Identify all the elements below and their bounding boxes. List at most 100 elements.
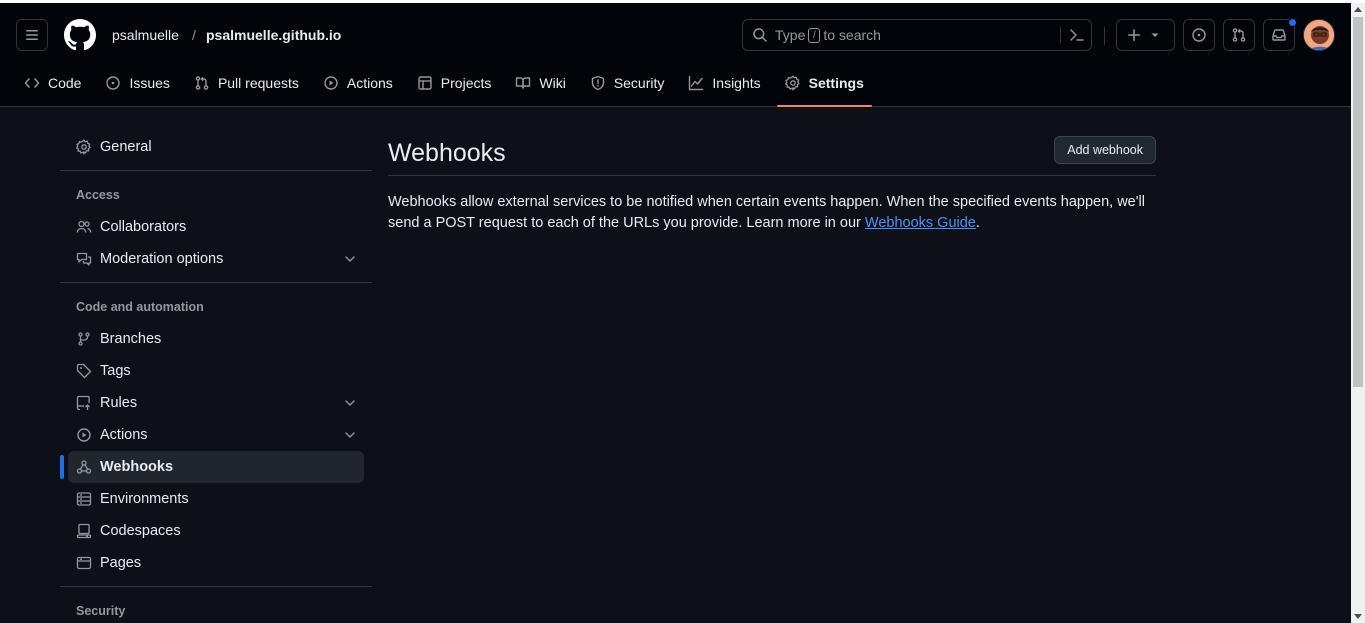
breadcrumb-repo[interactable]: psalmuelle.github.io bbox=[206, 25, 341, 45]
table-icon bbox=[418, 76, 432, 90]
people-icon bbox=[76, 220, 92, 233]
user-avatar[interactable] bbox=[1303, 19, 1335, 51]
github-logo[interactable] bbox=[64, 19, 96, 51]
breadcrumb-owner[interactable]: psalmuelle bbox=[112, 25, 179, 45]
sidebar-item-collaborators[interactable]: Collaborators bbox=[68, 211, 364, 243]
codespaces-icon bbox=[76, 523, 92, 539]
search-placeholder-prefix: Type bbox=[775, 27, 806, 43]
tab-insights[interactable]: Insights bbox=[680, 63, 768, 103]
sidebar-item-rules[interactable]: Rules bbox=[68, 387, 364, 419]
tab-code[interactable]: Code bbox=[16, 63, 89, 103]
server-icon bbox=[76, 492, 92, 506]
play-icon bbox=[77, 428, 91, 442]
sidebar-item-label: Codespaces bbox=[100, 523, 181, 539]
sidebar-divider bbox=[60, 586, 372, 587]
sidebar-divider bbox=[60, 170, 372, 171]
tab-issues[interactable]: Issues bbox=[97, 63, 177, 103]
webhooks-description: Webhooks allow external services to be n… bbox=[388, 192, 1148, 234]
comment-discussion-icon bbox=[76, 252, 92, 266]
sidebar-item-label: Actions bbox=[100, 427, 148, 443]
sidebar-item-label: Rules bbox=[100, 395, 138, 411]
inbox-icon bbox=[1272, 29, 1286, 41]
sidebar-item-moderation[interactable]: Moderation options bbox=[68, 243, 364, 275]
code-icon bbox=[24, 78, 40, 88]
sidebar-heading-security: Security bbox=[76, 604, 126, 618]
sidebar-item-general[interactable]: General bbox=[68, 131, 364, 163]
description-end: . bbox=[975, 215, 980, 231]
page-scrollbar[interactable] bbox=[1351, 3, 1365, 623]
avatar-image bbox=[1304, 20, 1334, 50]
sidebar-item-tags[interactable]: Tags bbox=[68, 355, 364, 387]
sidebar-item-label: Collaborators bbox=[100, 219, 187, 235]
search-input[interactable]: Type / to search bbox=[742, 19, 1092, 51]
tab-issues-label: Issues bbox=[129, 75, 170, 91]
header-divider bbox=[1104, 27, 1105, 45]
tab-projects[interactable]: Projects bbox=[409, 63, 500, 103]
sidebar-item-webhooks[interactable]: Webhooks bbox=[60, 451, 364, 483]
sidebar-item-codespaces[interactable]: Codespaces bbox=[68, 515, 364, 547]
sidebar-item-label: Moderation options bbox=[100, 251, 224, 267]
pull-requests-icon bbox=[1232, 28, 1246, 42]
tab-pull-requests[interactable]: Pull requests bbox=[186, 63, 307, 103]
repo-nav-tabs: Code Issues Pull requests Actions Projec… bbox=[16, 63, 880, 107]
sidebar-item-branches[interactable]: Branches bbox=[68, 323, 364, 355]
hamburger-icon bbox=[26, 30, 38, 40]
page-title: Webhooks bbox=[388, 138, 506, 167]
chevron-down-icon bbox=[345, 400, 355, 406]
sidebar-divider bbox=[60, 282, 372, 283]
sidebar-item-label: Pages bbox=[100, 555, 142, 571]
play-icon bbox=[324, 76, 338, 90]
plus-icon bbox=[1128, 29, 1140, 41]
gear-icon bbox=[784, 75, 800, 91]
browser-icon bbox=[76, 556, 92, 570]
git-branch-icon bbox=[78, 332, 90, 346]
pull-request-icon bbox=[195, 76, 209, 90]
webhook-icon bbox=[76, 460, 92, 474]
webhooks-guide-link[interactable]: Webhooks Guide bbox=[865, 215, 976, 231]
sidebar-item-label: Environments bbox=[100, 491, 189, 507]
triangle-down-icon bbox=[1151, 33, 1159, 37]
tab-security-label: Security bbox=[613, 75, 665, 91]
add-webhook-button[interactable]: Add webhook bbox=[1054, 136, 1156, 164]
chevron-down-icon bbox=[345, 432, 355, 438]
shield-icon bbox=[591, 75, 605, 91]
tab-pull-requests-label: Pull requests bbox=[217, 75, 299, 91]
search-shortcut-key: / bbox=[808, 27, 821, 43]
issues-icon bbox=[1192, 28, 1206, 42]
scroll-down-arrow[interactable] bbox=[1354, 614, 1362, 619]
issues-button[interactable] bbox=[1183, 19, 1215, 51]
sidebar-item-label: Tags bbox=[100, 363, 131, 379]
global-menu-button[interactable] bbox=[16, 19, 48, 51]
page-header: Webhooks Add webhook bbox=[388, 131, 1156, 176]
webhooks-main: Webhooks Add webhook Webhooks allow exte… bbox=[388, 131, 1156, 234]
sidebar-item-environments[interactable]: Environments bbox=[68, 483, 364, 515]
tab-projects-label: Projects bbox=[440, 75, 492, 91]
tab-insights-label: Insights bbox=[712, 75, 761, 91]
command-palette-icon[interactable] bbox=[1069, 27, 1085, 43]
sidebar-item-label: Branches bbox=[100, 331, 162, 347]
scrollbar-thumb[interactable] bbox=[1353, 17, 1363, 387]
gear-icon bbox=[76, 139, 91, 155]
create-new-button[interactable] bbox=[1116, 19, 1175, 51]
tab-actions-label: Actions bbox=[346, 75, 393, 91]
tab-wiki[interactable]: Wiki bbox=[507, 63, 573, 103]
tab-actions[interactable]: Actions bbox=[315, 63, 401, 103]
issue-icon bbox=[106, 76, 121, 90]
repo-header: psalmuelle / psalmuelle.github.io Type /… bbox=[0, 3, 1351, 107]
pull-requests-button[interactable] bbox=[1223, 19, 1255, 51]
sidebar-heading-access: Access bbox=[76, 188, 120, 202]
repo-push-icon bbox=[76, 395, 90, 411]
chevron-down-icon bbox=[345, 256, 355, 262]
settings-sidebar: General Access Collaborators Moderation … bbox=[60, 131, 372, 623]
sidebar-item-pages[interactable]: Pages bbox=[68, 547, 364, 579]
sidebar-item-actions[interactable]: Actions bbox=[68, 419, 364, 451]
book-icon bbox=[516, 77, 531, 89]
search-placeholder: Type / to search bbox=[775, 27, 881, 43]
sidebar-item-label: Webhooks bbox=[100, 459, 174, 475]
breadcrumb-separator: / bbox=[192, 27, 196, 43]
tab-settings[interactable]: Settings bbox=[776, 63, 873, 107]
tab-wiki-label: Wiki bbox=[539, 75, 566, 91]
scroll-up-arrow[interactable] bbox=[1354, 7, 1362, 12]
graph-icon bbox=[689, 75, 704, 91]
tab-security[interactable]: Security bbox=[582, 63, 673, 103]
